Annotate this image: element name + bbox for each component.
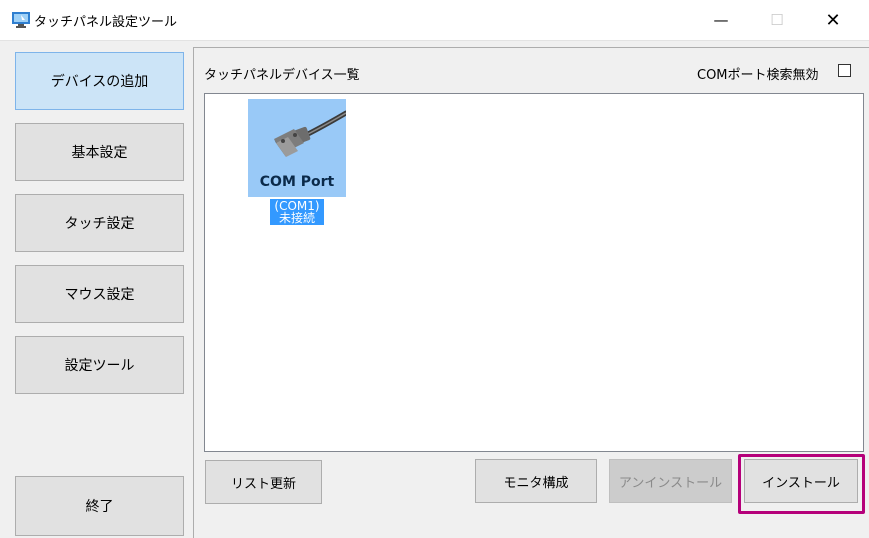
title-divider (0, 40, 869, 41)
device-status: 未接続 (278, 211, 315, 225)
minimize-button[interactable]: — (698, 0, 744, 40)
monitor-config-button[interactable]: モニタ構成 (475, 459, 597, 503)
device-thumbnail: COM Port (248, 99, 346, 197)
device-name: COM Port (259, 174, 335, 190)
window-title: タッチパネル設定ツール (34, 15, 178, 30)
exit-button-label: 終了 (85, 499, 114, 515)
device-caption: (COM1) 未接続 (270, 199, 324, 225)
uninstall-label: アンインストール (618, 475, 723, 491)
maximize-button[interactable]: ☐ (754, 0, 800, 40)
sidebar-item-label: デバイスの追加 (50, 74, 149, 90)
install-button-highlight (738, 454, 865, 514)
exit-button[interactable]: 終了 (15, 476, 184, 536)
app-icon (12, 12, 30, 28)
sidebar-item-basic-settings[interactable]: 基本設定 (15, 123, 184, 181)
device-list-title: タッチパネルデバイス一覧 (204, 68, 360, 83)
sidebar-item-label: マウス設定 (64, 287, 135, 303)
sidebar-item-label: タッチ設定 (64, 216, 135, 232)
uninstall-button[interactable]: アンインストール (609, 459, 732, 503)
refresh-list-button[interactable]: リスト更新 (205, 460, 322, 504)
sidebar-item-label: 基本設定 (71, 145, 128, 161)
refresh-list-label: リスト更新 (230, 476, 296, 492)
sidebar-item-mouse-settings[interactable]: マウス設定 (15, 265, 184, 323)
close-button[interactable]: ✕ (810, 0, 856, 40)
sidebar-item-setting-tools[interactable]: 設定ツール (15, 336, 184, 394)
title-bar: タッチパネル設定ツール — ☐ ✕ (0, 0, 869, 40)
sidebar-item-touch-settings[interactable]: タッチ設定 (15, 194, 184, 252)
com-port-search-disable-label: COMポート検索無効 (697, 68, 819, 83)
sidebar-item-add-device[interactable]: デバイスの追加 (15, 52, 184, 110)
com-port-search-disable-checkbox[interactable] (838, 64, 851, 77)
monitor-config-label: モニタ構成 (503, 475, 569, 491)
sidebar-item-label: 設定ツール (64, 358, 135, 374)
serial-connector-icon (274, 110, 346, 157)
